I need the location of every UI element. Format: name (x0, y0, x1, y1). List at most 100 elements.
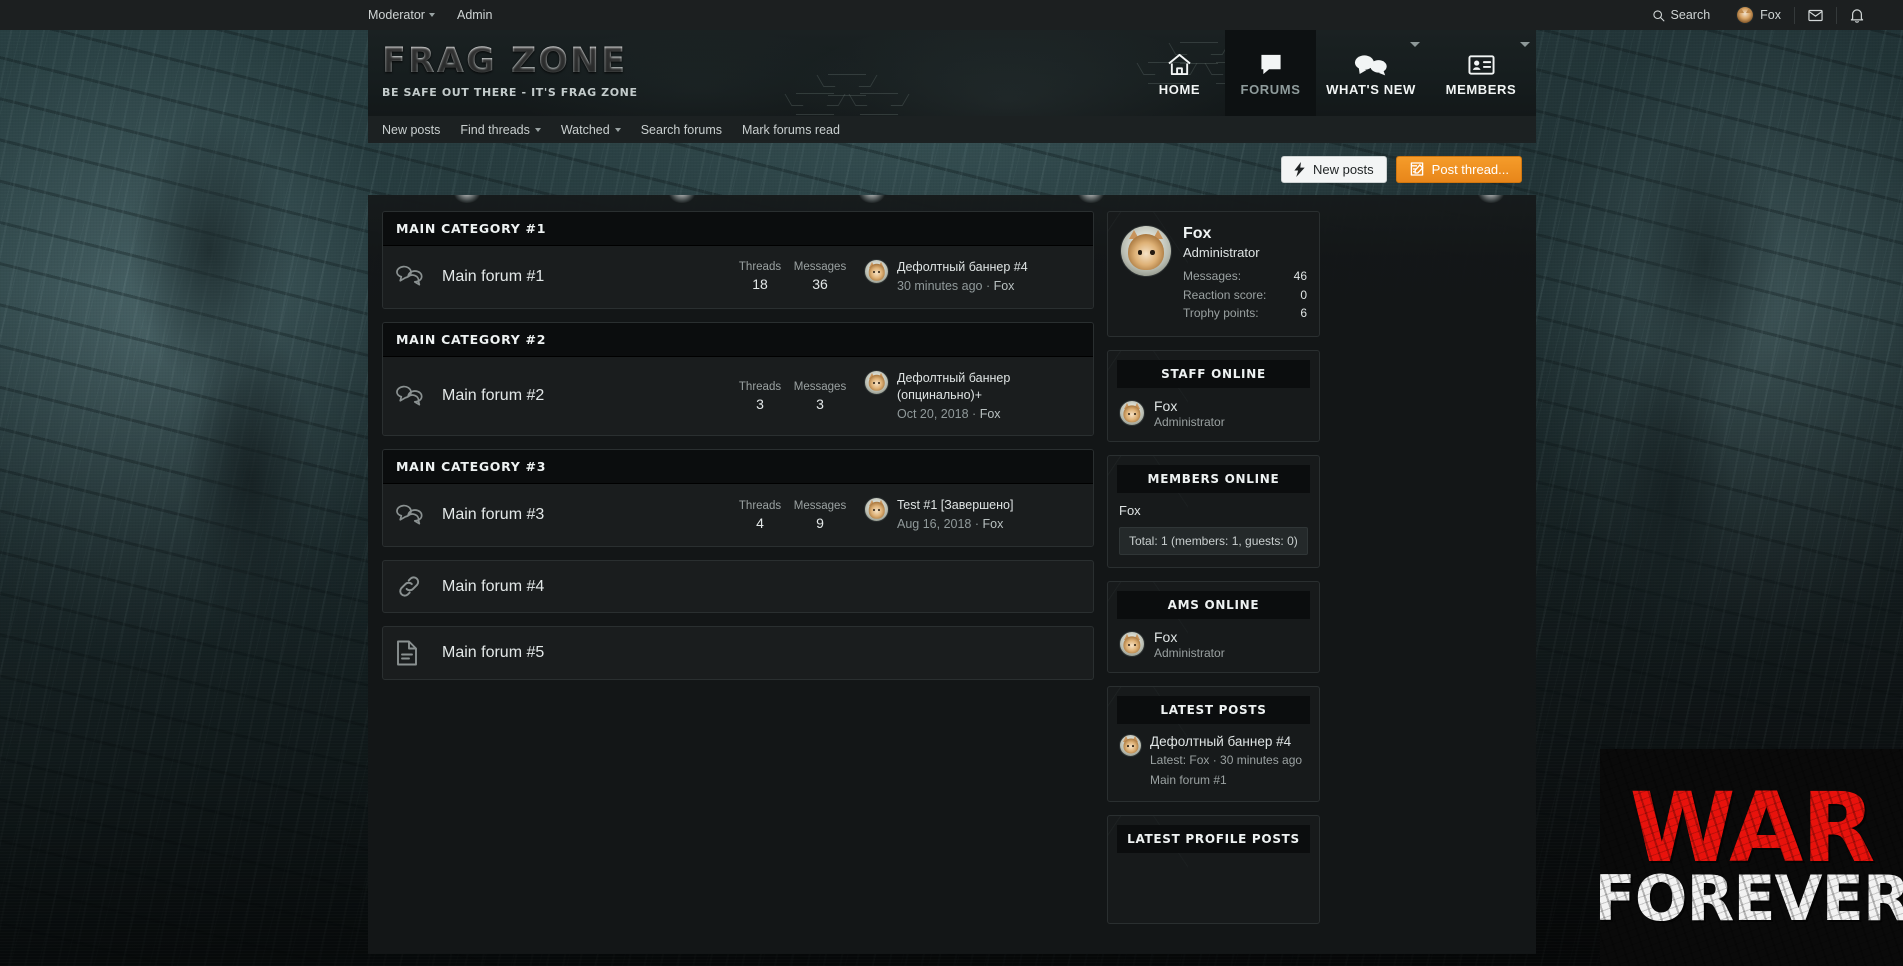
profile-stat-messages-label: Messages: (1183, 269, 1242, 283)
member-name[interactable]: Fox (1119, 503, 1308, 518)
last-post-title[interactable]: Test #1 [Завершено] (897, 497, 1013, 514)
forum-name[interactable]: Main forum #4 (442, 578, 1080, 596)
ad-line-forever: FOREVER (1600, 862, 1903, 936)
last-post-user[interactable]: Fox (980, 407, 1001, 421)
latest-post-title[interactable]: Дефолтный баннер #4 (1150, 734, 1302, 749)
sidebar-latest-profile-posts-widget: LATEST PROFILE POSTS (1107, 814, 1320, 924)
inbox-button[interactable] (1795, 0, 1836, 30)
latest-post-forum[interactable]: Main forum #1 (1150, 771, 1302, 789)
subnav-find-threads[interactable]: Find threads (460, 122, 541, 137)
last-post-text: Дефолтный баннер #4 30 minutes ago · Fox (897, 259, 1028, 295)
last-post-user[interactable]: Fox (994, 279, 1015, 293)
forum-row[interactable]: Main forum #1 Threads 18 Messages 36 Деф… (383, 246, 1093, 308)
speech-bubble-icon (1259, 50, 1283, 76)
site-logo[interactable]: FRAG ZONE BE SAFE OUT THERE - IT'S FRAG … (368, 30, 638, 116)
ad-line-war: WAR (1629, 771, 1876, 884)
forum-last-post: Дефолтный баннер #4 30 minutes ago · Fox (850, 259, 1080, 295)
threads-label: Threads (738, 380, 782, 393)
avatar[interactable] (1119, 631, 1145, 658)
topbar-link-moderator[interactable]: Moderator (368, 8, 435, 22)
profile-stat-messages-value: 46 (1293, 269, 1307, 283)
forum-name[interactable]: Main forum #3 (442, 506, 730, 524)
latest-post-meta: Latest: Fox · 30 minutes ago (1150, 752, 1303, 767)
sidebar-latest-posts-widget: LATEST POSTS Дефолтный баннер #4 Latest:… (1107, 685, 1320, 802)
forum-name[interactable]: Main forum #5 (442, 644, 1080, 662)
forum-last-post: Дефолтный баннер (опцинально)+ Oct 20, 2… (850, 369, 1080, 423)
chevron-down-icon[interactable] (1410, 42, 1420, 47)
profile-stat-trophy-points-value: 6 (1300, 306, 1307, 321)
avatar[interactable] (864, 497, 889, 523)
last-post-title[interactable]: Дефолтный баннер (опцинально)+ (897, 370, 1080, 404)
forum-messages-stat: Messages 36 (790, 261, 850, 292)
forum-last-post: Test #1 [Завершено] Aug 16, 2018 · Fox (850, 497, 1080, 533)
nav-item-whats-new[interactable]: WHAT'S NEW (1316, 30, 1426, 116)
forum-row-link[interactable]: Main forum #4 (382, 560, 1094, 614)
logo-title: FRAG ZONE (382, 44, 638, 79)
nav-item-home-label: HOME (1158, 81, 1201, 97)
nav-item-members[interactable]: MEMBERS (1426, 30, 1536, 116)
mail-icon (1808, 9, 1823, 21)
search-button[interactable]: Search (1639, 0, 1724, 30)
forum-row[interactable]: Main forum #2 Threads 3 Messages 3 Дефол… (383, 356, 1093, 436)
subnav-find-threads-label: Find threads (460, 122, 530, 137)
link-chain-icon (396, 574, 442, 599)
forum-name[interactable]: Main forum #2 (442, 387, 730, 405)
avatar[interactable] (1120, 225, 1172, 277)
list-item[interactable]: Fox Administrator (1119, 629, 1308, 660)
post-thread-button[interactable]: Post thread... (1395, 155, 1522, 183)
category-title: MAIN CATEGORY #2 (383, 322, 1093, 357)
topbar-link-moderator-label: Moderator (368, 8, 425, 22)
list-item[interactable]: Fox Administrator (1119, 398, 1308, 429)
new-posts-button-label: New posts (1312, 161, 1374, 177)
subnav-new-posts[interactable]: New posts (382, 123, 440, 137)
search-label: Search (1670, 8, 1711, 22)
subnav-new-posts-label: New posts (382, 122, 441, 137)
user-menu-button[interactable]: Fox (1723, 0, 1794, 30)
last-post-meta: Oct 20, 2018 · Fox (897, 406, 1080, 423)
new-posts-button[interactable]: New posts (1280, 155, 1387, 183)
profile-username[interactable]: Fox (1183, 225, 1307, 243)
subnav-watched[interactable]: Watched (561, 123, 621, 137)
last-post-user[interactable]: Fox (982, 517, 1003, 531)
list-item[interactable]: Дефолтный баннер #4 Latest: Fox · 30 min… (1119, 733, 1308, 789)
ams-member-name[interactable]: Fox (1154, 629, 1225, 645)
topbar-right-cluster: Search Fox (1639, 0, 1877, 30)
nav-item-forums[interactable]: FORUMS (1225, 30, 1316, 116)
profile-role: Administrator (1183, 245, 1260, 260)
chevron-down-icon (614, 127, 621, 132)
messages-label: Messages (793, 261, 847, 274)
topbar-link-admin[interactable]: Admin (457, 8, 492, 22)
chevron-down-icon[interactable] (1520, 42, 1530, 47)
sidebar-ams-online-widget: AMS ONLINE Fox Administrator (1107, 580, 1320, 673)
two-bubbles-icon (1354, 50, 1388, 76)
staff-member-name[interactable]: Fox (1154, 398, 1225, 414)
threads-label: Threads (738, 499, 782, 512)
forum-name[interactable]: Main forum #1 (442, 268, 730, 286)
war-forever-ad-banner[interactable]: WAR FOREVER (1600, 749, 1903, 966)
avatar[interactable] (864, 369, 889, 395)
subnav-mark-forums-read[interactable]: Mark forums read (742, 123, 840, 137)
threads-value: 4 (756, 514, 764, 531)
chevron-down-icon (534, 127, 541, 132)
threads-label: Threads (738, 261, 782, 274)
subnav-search-forums[interactable]: Search forums (641, 123, 722, 137)
avatar[interactable] (864, 259, 889, 284)
forum-row[interactable]: Main forum #3 Threads 4 Messages 9 Test … (383, 484, 1093, 547)
threads-value: 18 (752, 276, 768, 293)
avatar[interactable] (1119, 400, 1145, 427)
forum-messages-stat: Messages 3 (790, 381, 850, 412)
alerts-button[interactable] (1837, 0, 1877, 30)
speech-bubbles-icon (396, 503, 442, 528)
messages-label: Messages (793, 499, 847, 512)
forum-threads-stat: Threads 18 (730, 261, 790, 292)
sidebar: Fox Administrator Messages: 46 Reaction … (1107, 195, 1320, 924)
subnav-mark-forums-read-label: Mark forums read (742, 122, 840, 137)
members-online-total: Total: 1 (members: 1, guests: 0) (1119, 526, 1308, 555)
forum-threads-stat: Threads 4 (730, 500, 790, 531)
avatar[interactable] (1119, 733, 1142, 757)
last-post-title[interactable]: Дефолтный баннер #4 (897, 259, 1028, 276)
avatar (1736, 6, 1755, 24)
forum-row-page[interactable]: Main forum #5 (382, 626, 1094, 681)
nav-item-home[interactable]: HOME (1134, 30, 1225, 116)
speech-bubbles-icon (396, 384, 442, 409)
